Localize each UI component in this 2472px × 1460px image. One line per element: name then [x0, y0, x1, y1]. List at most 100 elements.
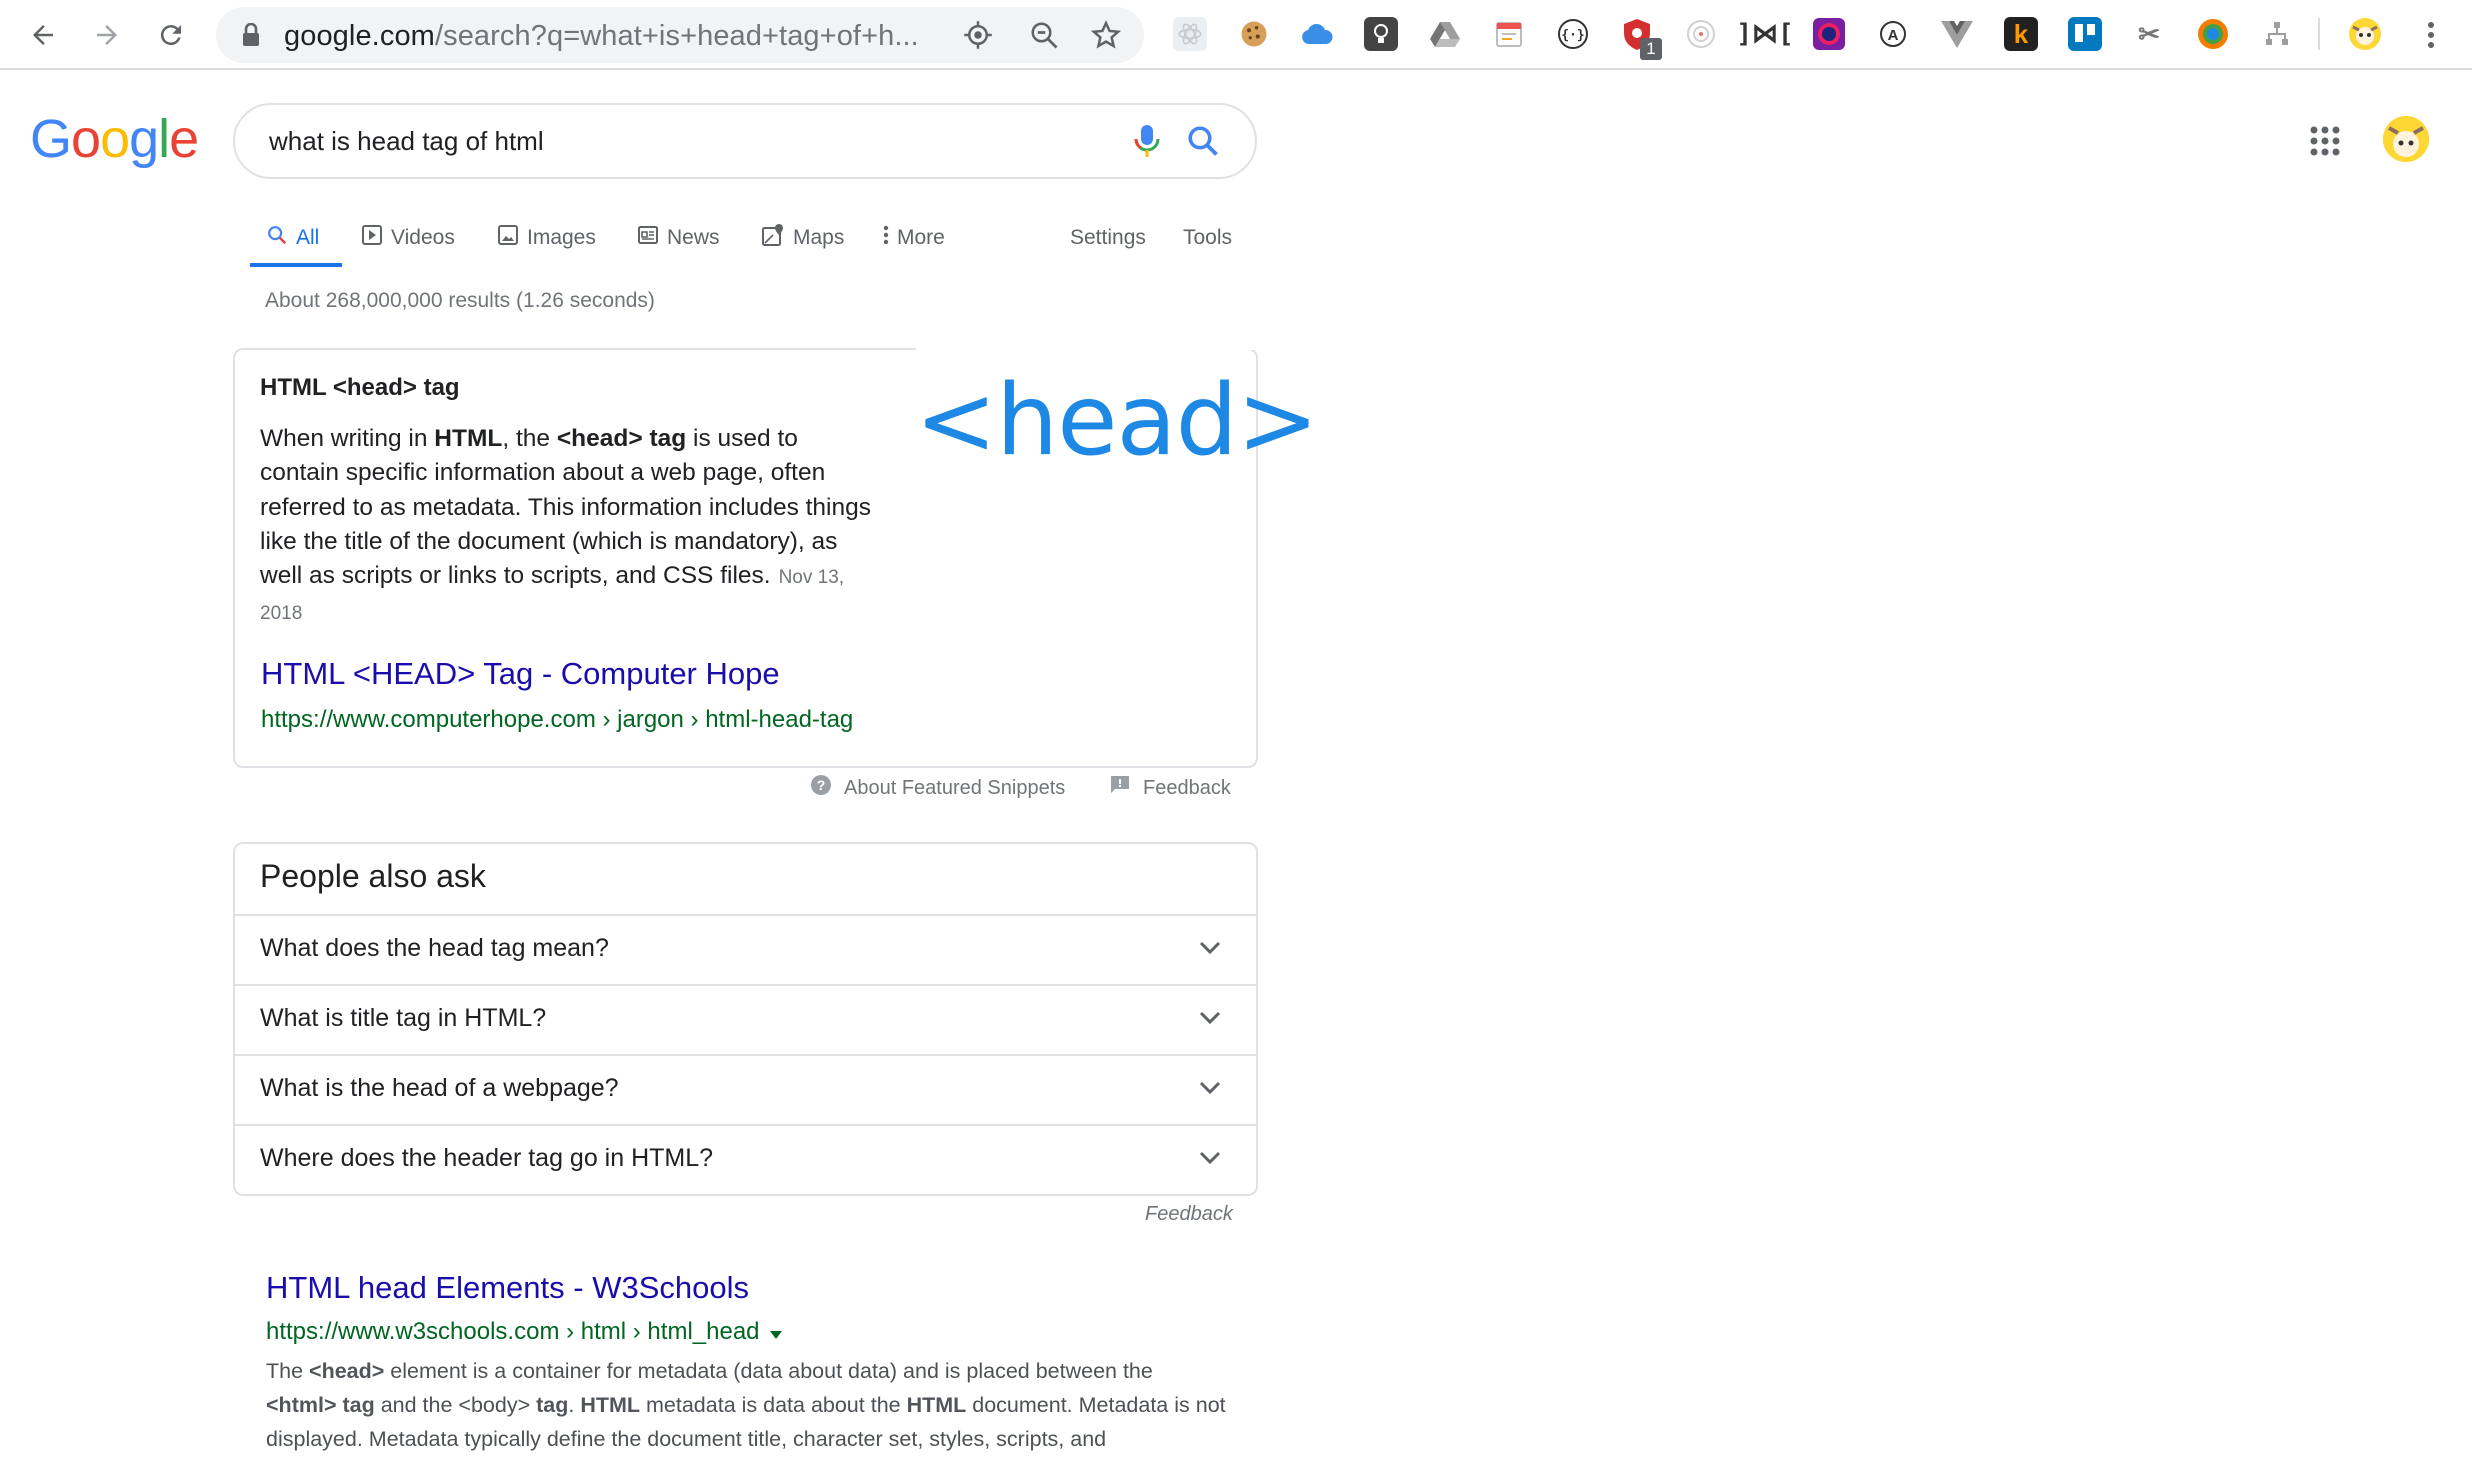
caret-down-icon[interactable]: [769, 1318, 782, 1346]
forward-icon[interactable]: [86, 14, 128, 56]
logo-letter: G: [30, 109, 72, 169]
profile-avatar-icon[interactable]: [2348, 17, 2382, 51]
cookie-icon[interactable]: [1237, 17, 1271, 51]
reload-icon[interactable]: [150, 14, 192, 56]
map-icon: [761, 223, 785, 253]
paa-question-text: What does the head tag mean?: [260, 934, 609, 962]
chevron-down-icon[interactable]: [1198, 1080, 1222, 1101]
active-tab-indicator: [250, 263, 342, 267]
calendar-icon[interactable]: [1492, 17, 1526, 51]
feedback-icon: [1109, 774, 1131, 802]
result-title-link[interactable]: HTML head Elements - W3Schools: [266, 1270, 749, 1306]
apps-grid-icon[interactable]: [2310, 126, 2340, 161]
more-vert-icon: [883, 225, 889, 251]
logo-letter: l: [158, 109, 170, 169]
search-icon[interactable]: [1185, 123, 1221, 164]
result-url[interactable]: https://www.w3schools.com › html › html_…: [266, 1318, 782, 1346]
tab-label: All: [296, 226, 320, 249]
snippet-feedback-link[interactable]: Feedback: [1109, 774, 1231, 802]
tab-more[interactable]: More: [883, 218, 945, 258]
people-also-ask-title: People also ask: [260, 858, 486, 894]
scissors-icon[interactable]: ✂: [2132, 17, 2166, 51]
color-picker-icon[interactable]: [1812, 17, 1846, 51]
zoom-icon[interactable]: [1028, 19, 1060, 51]
help-icon: ?: [810, 774, 832, 802]
microphone-icon[interactable]: [1133, 123, 1161, 164]
result-snippet: The <head> element is a container for me…: [266, 1359, 1226, 1451]
bracket-icon[interactable]: ]⋈[: [1736, 17, 1793, 51]
target-icon[interactable]: [1684, 17, 1718, 51]
snippet-link-url[interactable]: https://www.computerhope.com › jargon › …: [261, 706, 853, 734]
paa-feedback-link[interactable]: Feedback: [1145, 1203, 1233, 1226]
snippet-border-gap: [916, 346, 1261, 350]
account-avatar[interactable]: [2383, 116, 2429, 162]
paa-question[interactable]: What is the head of a webpage?: [233, 1054, 1258, 1124]
paa-question[interactable]: What is title tag in HTML?: [233, 984, 1258, 1054]
menu-dots-icon[interactable]: [2410, 14, 2452, 56]
search-box[interactable]: [233, 103, 1257, 179]
about-featured-snippets-link[interactable]: ? About Featured Snippets: [810, 774, 1065, 802]
drive-icon[interactable]: [1428, 17, 1462, 51]
snippet-image[interactable]: <head>: [915, 366, 1319, 476]
logo-letter: e: [169, 109, 199, 169]
tab-label: Images: [527, 226, 596, 249]
search-icon: [266, 224, 288, 252]
google-logo[interactable]: Google: [30, 108, 199, 170]
tab-images[interactable]: Images: [497, 218, 596, 258]
url-text: google.com/search?q=what+is+head+tag+of+…: [284, 20, 919, 52]
image-icon: [497, 224, 519, 252]
logo-letter: g: [129, 109, 159, 169]
tab-label: News: [667, 226, 720, 249]
chevron-down-icon[interactable]: [1198, 1010, 1222, 1031]
svg-text:{·}: {·}: [1561, 28, 1584, 43]
paa-question-text: What is title tag in HTML?: [260, 1004, 547, 1032]
tab-news[interactable]: News: [637, 218, 720, 258]
svg-text:A: A: [1888, 27, 1899, 44]
tab-label: Tools: [1183, 226, 1233, 249]
feedback-label: Feedback: [1143, 776, 1231, 799]
tab-label: Settings: [1070, 226, 1146, 249]
logo-letter: o: [71, 109, 101, 169]
video-icon: [361, 224, 383, 252]
paa-question[interactable]: What does the head tag mean?: [233, 914, 1258, 984]
cloud-icon[interactable]: [1300, 17, 1334, 51]
vue-icon[interactable]: [1940, 17, 1974, 51]
a-icon[interactable]: A: [1876, 17, 1910, 51]
tab-settings[interactable]: Settings: [1070, 218, 1146, 258]
lightbulb-icon[interactable]: [1364, 17, 1398, 51]
browser-toolbar: google.com/search?q=what+is+head+tag+of+…: [0, 0, 2472, 70]
about-label: About Featured Snippets: [844, 776, 1066, 799]
search-input[interactable]: [267, 125, 1067, 158]
tab-maps[interactable]: Maps: [761, 218, 844, 258]
paa-question-text: What is the head of a webpage?: [260, 1074, 619, 1102]
tab-tools[interactable]: Tools: [1183, 218, 1232, 258]
tab-all[interactable]: All: [266, 218, 319, 258]
code-icon[interactable]: {·}: [1556, 17, 1590, 51]
tab-label: Maps: [793, 226, 845, 249]
chevron-down-icon[interactable]: [1198, 940, 1222, 961]
news-icon: [637, 224, 659, 252]
paa-question[interactable]: Where does the header tag go in HTML?: [233, 1124, 1258, 1194]
extension-badge: 1: [1640, 38, 1662, 60]
chevron-down-icon[interactable]: [1198, 1150, 1222, 1171]
location-icon[interactable]: [962, 19, 994, 51]
tab-label: Videos: [391, 226, 455, 249]
result-url-text: https://www.w3schools.com › html › html_…: [266, 1318, 760, 1345]
trello-icon[interactable]: [2068, 17, 2102, 51]
tab-videos[interactable]: Videos: [361, 218, 455, 258]
toolbar-divider: [2318, 18, 2320, 50]
lock-icon[interactable]: [242, 22, 260, 52]
logo-letter: o: [100, 109, 130, 169]
react-devtools-icon[interactable]: [1173, 17, 1207, 51]
tree-icon[interactable]: [2260, 17, 2294, 51]
svg-text:?: ?: [817, 777, 826, 793]
k-icon[interactable]: k: [2004, 17, 2038, 51]
results-stats: About 268,000,000 results (1.26 seconds): [265, 289, 655, 312]
snippet-link-title[interactable]: HTML <HEAD> Tag - Computer Hope: [261, 656, 780, 692]
paa-question-text: Where does the header tag go in HTML?: [260, 1144, 714, 1172]
bookmark-star-icon[interactable]: [1090, 19, 1122, 51]
snippet-heading: HTML <head> tag: [260, 374, 460, 401]
address-bar[interactable]: google.com/search?q=what+is+head+tag+of+…: [216, 7, 1144, 63]
back-icon[interactable]: [22, 14, 64, 56]
chrome-color-icon[interactable]: [2196, 17, 2230, 51]
